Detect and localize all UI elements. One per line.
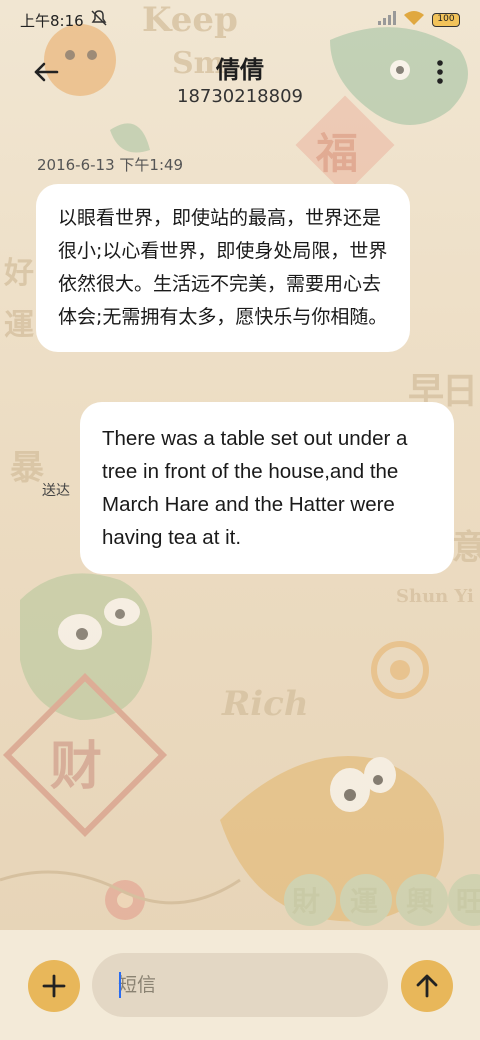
status-bar-left: 上午8:16 bbox=[20, 9, 108, 31]
more-vertical-icon bbox=[437, 60, 443, 84]
signal-icon bbox=[378, 11, 396, 29]
outgoing-message-text: There was a table set out under a tree i… bbox=[102, 427, 408, 549]
composer-bar bbox=[0, 930, 480, 1040]
battery-indicator: 100 bbox=[432, 13, 460, 27]
incoming-message-text: 以眼看世界，即使站的最高，世界还是很小;以心看世界，即使身处局限，世界依然很大。… bbox=[58, 207, 388, 328]
add-attachment-button[interactable] bbox=[28, 960, 80, 1012]
message-input[interactable] bbox=[92, 953, 388, 1017]
wifi-icon bbox=[404, 11, 424, 29]
text-cursor bbox=[119, 972, 121, 998]
mute-notification-icon bbox=[90, 9, 108, 31]
message-timestamp: 2016-6-13 下午1:49 bbox=[37, 156, 184, 174]
arrow-up-icon bbox=[416, 974, 438, 998]
contact-phone-number: 18730218809 bbox=[177, 86, 303, 107]
plus-icon bbox=[42, 974, 66, 998]
status-bar-right: 100 bbox=[378, 11, 460, 29]
status-bar: 上午8:16 100 bbox=[0, 0, 480, 40]
conversation-header: 倩倩 18730218809 bbox=[0, 44, 480, 114]
contact-name: 倩倩 bbox=[216, 56, 264, 84]
delivery-status: 送达 bbox=[42, 483, 70, 499]
more-options-button[interactable] bbox=[428, 52, 452, 92]
outgoing-message-bubble[interactable]: There was a table set out under a tree i… bbox=[80, 402, 454, 574]
status-time: 上午8:16 bbox=[20, 11, 84, 30]
send-button[interactable] bbox=[401, 960, 453, 1012]
incoming-message-bubble[interactable]: 以眼看世界，即使站的最高，世界还是很小;以心看世界，即使身处局限，世界依然很大。… bbox=[36, 184, 410, 352]
